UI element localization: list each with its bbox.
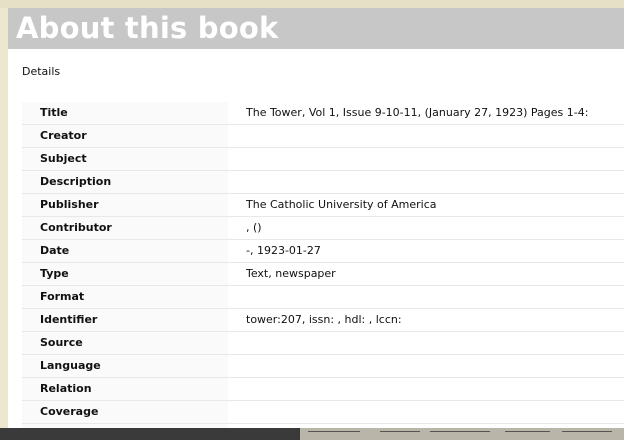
metadata-row-creator: Creator [22, 124, 624, 148]
details-heading: Details [22, 65, 61, 78]
metadata-label: Format [22, 285, 228, 309]
metadata-label: Source [22, 331, 228, 355]
metadata-row-contributor: Contributor, () [22, 216, 624, 240]
metadata-value [228, 170, 624, 194]
metadata-value [228, 124, 624, 148]
metadata-row-subject: Subject [22, 147, 624, 171]
metadata-value [228, 147, 624, 171]
metadata-value: The Catholic University of America [228, 193, 624, 217]
metadata-row-coverage: Coverage [22, 400, 624, 424]
metadata-value [228, 354, 624, 378]
newspaper-page-image [300, 428, 624, 440]
metadata-label: Contributor [22, 216, 228, 240]
metadata-label: Relation [22, 377, 228, 401]
metadata-label: Publisher [22, 193, 228, 217]
metadata-row-identifier: Identifier tower:207, issn: , hdl: , lccn… [22, 308, 624, 332]
metadata-label: Identifier [22, 308, 228, 332]
metadata-value [228, 331, 624, 355]
metadata-label: Description [22, 170, 228, 194]
page-title: About this book [16, 11, 279, 45]
window-top-border [0, 0, 624, 8]
metadata-row-format: Format [22, 285, 624, 309]
metadata-value: The Tower, Vol 1, Issue 9-10-11, (Januar… [228, 102, 624, 125]
metadata-row-title: Title The Tower, Vol 1, Issue 9-10-11, (J… [22, 102, 624, 125]
metadata-row-publisher: Publisher The Catholic University of Amer… [22, 193, 624, 217]
header-bar: About this book [8, 8, 624, 49]
metadata-table: Title The Tower, Vol 1, Issue 9-10-11, (J… [22, 102, 624, 440]
metadata-value: , () [228, 216, 624, 240]
metadata-value: -, 1923-01-27 [228, 239, 624, 263]
metadata-row-date: Date -, 1923-01-27 [22, 239, 624, 263]
metadata-label: Title [22, 102, 228, 125]
metadata-label: Subject [22, 147, 228, 171]
metadata-row-language: Language [22, 354, 624, 378]
metadata-value [228, 377, 624, 401]
metadata-label: Type [22, 262, 228, 286]
metadata-label: Date [22, 239, 228, 263]
metadata-value: Text, newspaper [228, 262, 624, 286]
metadata-value [228, 400, 624, 424]
metadata-label: Coverage [22, 400, 228, 424]
metadata-value: tower:207, issn: , hdl: , lccn: [228, 308, 624, 332]
metadata-label: Creator [22, 124, 228, 148]
metadata-row-description: Description [22, 170, 624, 194]
metadata-value [228, 285, 624, 309]
about-book-panel: About this book Details Title The Tower, … [8, 8, 624, 440]
metadata-row-source: Source [22, 331, 624, 355]
background-newspaper-strip [0, 428, 624, 440]
metadata-label: Language [22, 354, 228, 378]
metadata-row-relation: Relation [22, 377, 624, 401]
metadata-row-type: Type Text, newspaper [22, 262, 624, 286]
